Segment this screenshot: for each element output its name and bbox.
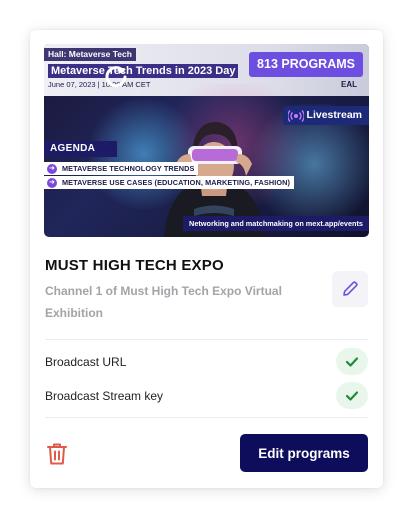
trash-icon[interactable] [46,442,68,466]
vr-person-illustration [164,122,266,237]
programs-count-badge: 813 PROGRAMS [249,52,363,77]
pencil-icon [343,281,358,296]
broadcast-stream-key-status [336,382,368,409]
agenda-item: ➜ METAVERSE USE CASES (EDUCATION, MARKET… [44,176,295,189]
check-icon [346,390,358,401]
agenda-item: ➜ METAVERSE TECHNOLOGY TRENDS [44,162,199,175]
edit-programs-button[interactable]: Edit programs [240,434,368,472]
sponsor-logo: EAL [341,80,357,89]
hall-tag: Hall: Metaverse Tech [44,48,136,61]
event-banner-image[interactable]: Hall: Metaverse Tech Metaverse Tech Tren… [44,44,369,237]
agenda-item-text: METAVERSE USE CASES (EDUCATION, MARKETIN… [62,178,291,187]
broadcast-url-status [336,348,368,375]
broadcast-url-label: Broadcast URL [45,355,127,369]
divider [45,339,368,340]
check-icon [346,356,358,367]
arrow-right-icon: ➜ [47,177,57,188]
livestream-badge: Livestream [282,106,369,125]
agenda-item-text: METAVERSE TECHNOLOGY TRENDS [62,164,195,173]
program-subtitle: Channel 1 of Must High Tech Expo Virtual… [45,284,282,320]
arrow-right-icon: ➜ [47,163,57,174]
edit-button[interactable] [332,271,368,307]
banner-date: June 07, 2023 | 10:00 AM CET [48,80,151,89]
banner-title: Metaverse Tech Trends in 2023 Day [48,64,239,78]
reload-icon[interactable] [102,62,130,90]
livestream-label: Livestream [306,109,362,121]
broadcast-icon [287,109,304,122]
program-card: Hall: Metaverse Tech Metaverse Tech Tren… [30,30,383,488]
agenda-label: AGENDA [44,141,117,157]
program-title: MUST HIGH TECH EXPO [45,257,224,274]
banner-footer-text: Networking and matchmaking on mext.app/e… [183,216,369,231]
divider [45,417,368,418]
broadcast-stream-key-label: Broadcast Stream key [45,389,164,403]
